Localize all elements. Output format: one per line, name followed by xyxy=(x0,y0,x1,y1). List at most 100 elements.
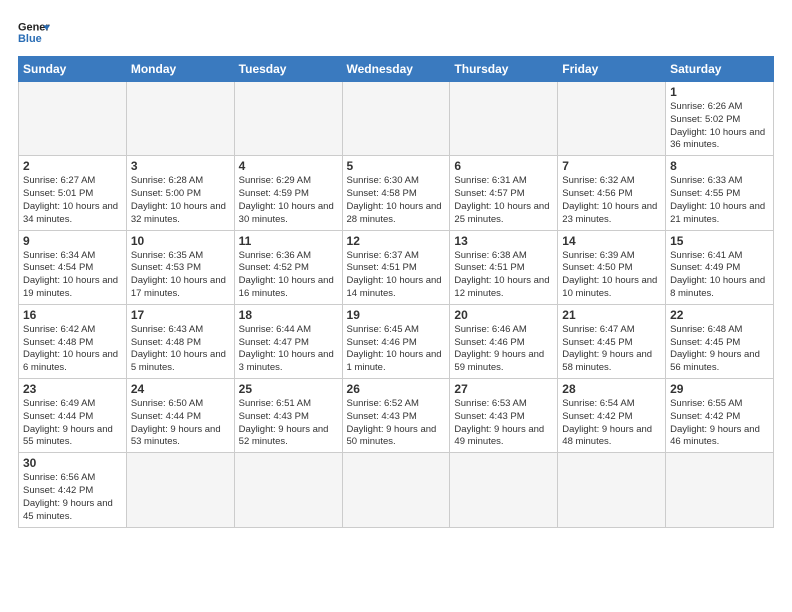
day-info: Sunrise: 6:46 AM Sunset: 4:46 PM Dayligh… xyxy=(454,324,553,375)
calendar-cell: 6Sunrise: 6:31 AM Sunset: 4:57 PM Daylig… xyxy=(450,156,558,230)
calendar-cell: 27Sunrise: 6:53 AM Sunset: 4:43 PM Dayli… xyxy=(450,379,558,453)
calendar-cell: 25 Sunrise: 6:51 AM Sunset: 4:43 PM Dayli… xyxy=(234,379,342,453)
calendar-table: SundayMondayTuesdayWednesdayThursdayFrid… xyxy=(18,56,774,528)
day-number: 12 xyxy=(347,234,446,248)
calendar-cell: 12 Sunrise: 6:37 AM Sunset: 4:51 PM Dayli… xyxy=(342,230,450,304)
calendar-cell xyxy=(234,82,342,156)
day-info: Sunrise: 6:49 AM Sunset: 4:44 PM Dayligh… xyxy=(23,398,122,449)
calendar-cell: 15Sunrise: 6:41 AM Sunset: 4:49 PM Dayli… xyxy=(666,230,774,304)
day-number: 23 xyxy=(23,382,122,396)
day-info: Sunrise: 6:34 AM Sunset: 4:54 PM Dayligh… xyxy=(23,250,122,301)
day-number: 6 xyxy=(454,159,553,173)
day-info: Sunrise: 6:55 AM Sunset: 4:42 PM Dayligh… xyxy=(670,398,769,449)
day-number: 9 xyxy=(23,234,122,248)
calendar-cell: 3 Sunrise: 6:28 AM Sunset: 5:00 PM Daylig… xyxy=(126,156,234,230)
day-info: Sunrise: 6:29 AM Sunset: 4:59 PM Dayligh… xyxy=(239,175,338,226)
weekday-thursday: Thursday xyxy=(450,57,558,82)
day-number: 10 xyxy=(131,234,230,248)
day-info: Sunrise: 6:37 AM Sunset: 4:51 PM Dayligh… xyxy=(347,250,446,301)
calendar-cell: 1 Sunrise: 6:26 AM Sunset: 5:02 PM Daylig… xyxy=(666,82,774,156)
calendar-cell xyxy=(558,82,666,156)
day-number: 15 xyxy=(670,234,769,248)
calendar-cell: 19 Sunrise: 6:45 AM Sunset: 4:46 PM Dayli… xyxy=(342,304,450,378)
day-number: 18 xyxy=(239,308,338,322)
calendar-cell xyxy=(342,453,450,527)
weekday-wednesday: Wednesday xyxy=(342,57,450,82)
calendar-cell: 4Sunrise: 6:29 AM Sunset: 4:59 PM Daylig… xyxy=(234,156,342,230)
day-info: Sunrise: 6:52 AM Sunset: 4:43 PM Dayligh… xyxy=(347,398,446,449)
day-info: Sunrise: 6:32 AM Sunset: 4:56 PM Dayligh… xyxy=(562,175,661,226)
page: General Blue SundayMondayTuesdayWednesda… xyxy=(0,0,792,612)
day-info: Sunrise: 6:35 AM Sunset: 4:53 PM Dayligh… xyxy=(131,250,230,301)
calendar-cell xyxy=(342,82,450,156)
day-info: Sunrise: 6:27 AM Sunset: 5:01 PM Dayligh… xyxy=(23,175,122,226)
day-number: 17 xyxy=(131,308,230,322)
calendar-cell: 9 Sunrise: 6:34 AM Sunset: 4:54 PM Daylig… xyxy=(19,230,127,304)
calendar-cell: 28 Sunrise: 6:54 AM Sunset: 4:42 PM Dayli… xyxy=(558,379,666,453)
day-number: 30 xyxy=(23,456,122,470)
day-number: 11 xyxy=(239,234,338,248)
calendar-cell: 14Sunrise: 6:39 AM Sunset: 4:50 PM Dayli… xyxy=(558,230,666,304)
day-number: 13 xyxy=(454,234,553,248)
calendar-cell xyxy=(450,453,558,527)
calendar-cell xyxy=(450,82,558,156)
weekday-saturday: Saturday xyxy=(666,57,774,82)
logo: General Blue xyxy=(18,18,50,46)
day-number: 3 xyxy=(131,159,230,173)
calendar-cell: 5 Sunrise: 6:30 AM Sunset: 4:58 PM Daylig… xyxy=(342,156,450,230)
calendar-cell xyxy=(19,82,127,156)
calendar-cell: 24 Sunrise: 6:50 AM Sunset: 4:44 PM Dayli… xyxy=(126,379,234,453)
calendar-week-3: 9 Sunrise: 6:34 AM Sunset: 4:54 PM Daylig… xyxy=(19,230,774,304)
calendar-cell: 8Sunrise: 6:33 AM Sunset: 4:55 PM Daylig… xyxy=(666,156,774,230)
day-number: 8 xyxy=(670,159,769,173)
day-number: 5 xyxy=(347,159,446,173)
weekday-sunday: Sunday xyxy=(19,57,127,82)
weekday-friday: Friday xyxy=(558,57,666,82)
calendar-week-6: 30 Sunrise: 6:56 AM Sunset: 4:42 PM Dayli… xyxy=(19,453,774,527)
day-info: Sunrise: 6:36 AM Sunset: 4:52 PM Dayligh… xyxy=(239,250,338,301)
day-info: Sunrise: 6:39 AM Sunset: 4:50 PM Dayligh… xyxy=(562,250,661,301)
day-number: 19 xyxy=(347,308,446,322)
calendar-cell xyxy=(666,453,774,527)
day-number: 21 xyxy=(562,308,661,322)
day-info: Sunrise: 6:56 AM Sunset: 4:42 PM Dayligh… xyxy=(23,472,122,523)
calendar-week-2: 2 Sunrise: 6:27 AM Sunset: 5:01 PM Daylig… xyxy=(19,156,774,230)
calendar-cell xyxy=(126,82,234,156)
day-info: Sunrise: 6:26 AM Sunset: 5:02 PM Dayligh… xyxy=(670,101,769,152)
header: General Blue xyxy=(18,18,774,46)
day-info: Sunrise: 6:50 AM Sunset: 4:44 PM Dayligh… xyxy=(131,398,230,449)
generalblue-logo-icon: General Blue xyxy=(18,18,50,46)
day-number: 26 xyxy=(347,382,446,396)
day-number: 20 xyxy=(454,308,553,322)
day-number: 16 xyxy=(23,308,122,322)
day-info: Sunrise: 6:51 AM Sunset: 4:43 PM Dayligh… xyxy=(239,398,338,449)
calendar-cell: 20 Sunrise: 6:46 AM Sunset: 4:46 PM Dayli… xyxy=(450,304,558,378)
day-number: 27 xyxy=(454,382,553,396)
calendar-cell xyxy=(234,453,342,527)
calendar-cell: 2 Sunrise: 6:27 AM Sunset: 5:01 PM Daylig… xyxy=(19,156,127,230)
day-info: Sunrise: 6:30 AM Sunset: 4:58 PM Dayligh… xyxy=(347,175,446,226)
weekday-tuesday: Tuesday xyxy=(234,57,342,82)
day-number: 24 xyxy=(131,382,230,396)
day-number: 1 xyxy=(670,85,769,99)
day-info: Sunrise: 6:44 AM Sunset: 4:47 PM Dayligh… xyxy=(239,324,338,375)
day-number: 22 xyxy=(670,308,769,322)
day-info: Sunrise: 6:38 AM Sunset: 4:51 PM Dayligh… xyxy=(454,250,553,301)
day-number: 28 xyxy=(562,382,661,396)
day-info: Sunrise: 6:28 AM Sunset: 5:00 PM Dayligh… xyxy=(131,175,230,226)
svg-text:Blue: Blue xyxy=(18,33,42,45)
calendar-week-1: 1 Sunrise: 6:26 AM Sunset: 5:02 PM Daylig… xyxy=(19,82,774,156)
day-number: 25 xyxy=(239,382,338,396)
day-info: Sunrise: 6:54 AM Sunset: 4:42 PM Dayligh… xyxy=(562,398,661,449)
calendar-cell: 22Sunrise: 6:48 AM Sunset: 4:45 PM Dayli… xyxy=(666,304,774,378)
calendar-cell xyxy=(126,453,234,527)
day-info: Sunrise: 6:45 AM Sunset: 4:46 PM Dayligh… xyxy=(347,324,446,375)
calendar-cell xyxy=(558,453,666,527)
day-number: 7 xyxy=(562,159,661,173)
calendar-week-5: 23 Sunrise: 6:49 AM Sunset: 4:44 PM Dayli… xyxy=(19,379,774,453)
calendar-cell: 13 Sunrise: 6:38 AM Sunset: 4:51 PM Dayli… xyxy=(450,230,558,304)
day-info: Sunrise: 6:43 AM Sunset: 4:48 PM Dayligh… xyxy=(131,324,230,375)
calendar-cell: 11 Sunrise: 6:36 AM Sunset: 4:52 PM Dayli… xyxy=(234,230,342,304)
calendar-cell: 7 Sunrise: 6:32 AM Sunset: 4:56 PM Daylig… xyxy=(558,156,666,230)
day-number: 2 xyxy=(23,159,122,173)
